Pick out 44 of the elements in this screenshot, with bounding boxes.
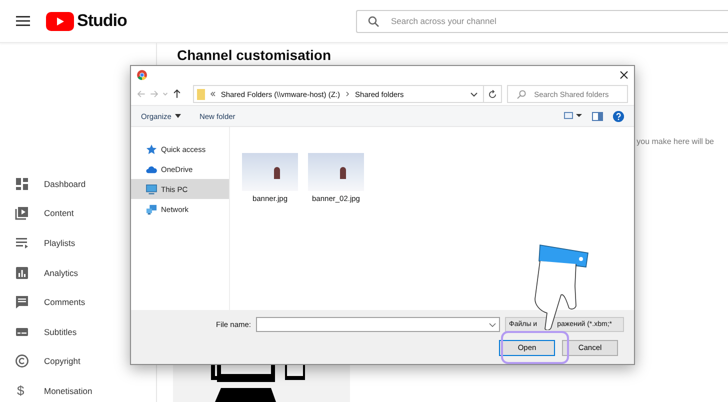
video-library-icon [15,206,29,220]
sidebar-item[interactable]: Playlists [44,238,76,248]
monitor-icon [146,184,157,194]
photo-placeholder[interactable] [308,153,364,191]
input-field[interactable] [256,317,500,332]
description-text: you make here will be [636,137,714,146]
page-title: Channel customisation [177,47,332,63]
browser-logo-icon [137,70,147,80]
comment-icon [15,295,29,310]
sidebar-item[interactable]: Subtitles [44,326,77,337]
logo-text: Studio [77,11,127,31]
dropdown-caret-icon[interactable] [470,92,478,96]
sidebar-item[interactable]: Content [44,208,74,218]
photo-placeholder[interactable] [242,153,298,191]
sidebar-item[interactable]: Monetisation [44,386,92,396]
folder-icon [196,88,205,100]
sidebar-item[interactable]: Copyright [44,356,80,366]
search-icon [517,90,526,99]
highlight-frame [501,331,569,364]
view-options-icon[interactable] [564,112,582,120]
caret-icon[interactable] [175,114,182,118]
copyright-icon [15,354,29,368]
chevron-icon [345,91,350,97]
menu-icon[interactable] [16,15,30,27]
refresh-button[interactable] [482,85,502,103]
double-chevron-icon [210,91,216,97]
refresh-icon [488,90,497,98]
dashboard-icon [15,176,29,191]
dropdown-caret-icon[interactable] [489,322,496,326]
star-icon [146,144,157,154]
search-icon [368,16,379,26]
close-icon[interactable] [620,70,628,78]
sidebar-item[interactable]: Analytics [44,268,78,278]
search-field[interactable]: Search across your channel [356,10,728,32]
cloud-icon [146,164,157,174]
play-logo-icon [46,12,74,30]
sidebar-item[interactable]: Dashboard [44,178,86,189]
playlist-icon [15,236,29,250]
dollar-icon: $ [17,384,29,398]
sidebar-item[interactable]: Comments [44,297,86,308]
network-icon [146,204,157,214]
bar-chart-icon [15,266,29,280]
help-icon[interactable] [613,110,624,122]
preview-pane-icon[interactable] [592,112,603,120]
